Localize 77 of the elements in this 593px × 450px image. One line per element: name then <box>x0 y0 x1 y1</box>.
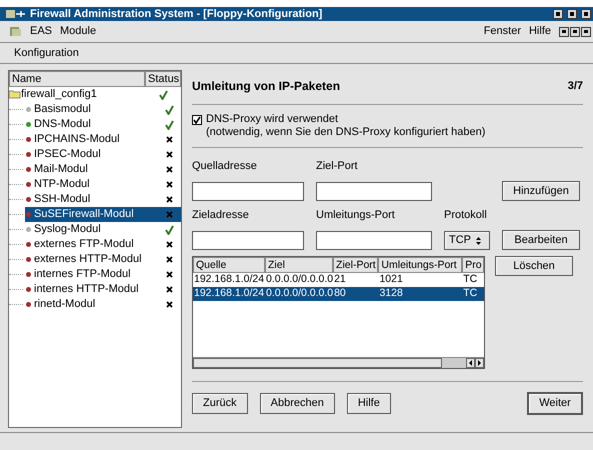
tree-item[interactable]: Syslog-Modul <box>25 222 181 237</box>
tree-item[interactable]: IPSEC-Modul <box>25 147 181 162</box>
tree-item[interactable]: externes HTTP-Modul <box>25 252 181 267</box>
input-field[interactable] <box>316 182 432 201</box>
tree-item[interactable]: SSH-Modul <box>25 192 181 207</box>
tree-item[interactable]: rinetd-Modul <box>25 297 181 312</box>
horizontal-scrollbar[interactable] <box>193 357 484 368</box>
table-cell-text: 80 <box>333 286 347 302</box>
field-label: Zieladresse <box>192 208 250 223</box>
scroll-left-icon[interactable] <box>466 358 475 368</box>
table-row[interactable]: 192.168.1.0/24 0.0.0.0/0.0.0.080 3128 TC <box>193 287 484 301</box>
nav-button[interactable]: Abbrechen <box>260 393 335 414</box>
input-field[interactable] <box>316 231 432 250</box>
tree-item[interactable]: internes HTTP-Modul <box>25 282 181 297</box>
tree-item[interactable]: NTP-Modul <box>25 177 181 192</box>
nav-button[interactable]: Hilfe <box>346 393 391 414</box>
spinner-icon <box>476 236 481 244</box>
nav-button[interactable]: Zurück <box>192 393 248 414</box>
minimize-button[interactable] <box>553 9 563 19</box>
column-header[interactable]: Ziel <box>264 257 334 273</box>
tree-item[interactable]: IPCHAINS-Modul <box>25 132 181 147</box>
input-field[interactable] <box>192 182 304 201</box>
table-cell-text: 0.0.0.0/0.0.0.0 <box>265 286 334 302</box>
column-header[interactable]: Umleitungs-Port <box>378 257 462 273</box>
scrollbar-thumb[interactable] <box>442 358 466 368</box>
add-button[interactable]: Hinzufügen <box>502 181 580 201</box>
toolbar-button[interactable]: Konfiguration <box>14 44 79 62</box>
hint-text: (notwendig, wenn Sie den DNS-Proxy konfiguriert haben) <box>206 126 486 139</box>
restore-button[interactable] <box>570 26 580 36</box>
maximize-button[interactable] <box>567 9 577 19</box>
check-icon <box>193 116 201 124</box>
table-cell-text: 1021 <box>378 272 404 288</box>
table-cell-text: 192.168.1.0/24 <box>193 286 265 302</box>
checkbox[interactable] <box>192 115 202 125</box>
input-field[interactable] <box>192 231 304 250</box>
protocol-dropdown[interactable]: TCP <box>444 231 490 250</box>
checkbox-label: DNS-Proxy wird verwendet <box>206 113 340 126</box>
column-header[interactable]: Status <box>145 71 181 87</box>
delete-button[interactable]: Löschen <box>495 256 573 276</box>
minimize-button[interactable] <box>559 26 569 36</box>
tree-item[interactable]: internes FTP-Modul <box>25 267 181 282</box>
column-header[interactable]: Quelle <box>193 257 265 273</box>
step-counter: 3/7 <box>568 78 583 94</box>
tree-item[interactable]: firewall_config1 <box>9 87 181 102</box>
table-cell-text: 3128 <box>378 286 404 302</box>
menu-item[interactable]: Hilfe <box>528 23 551 40</box>
tree-item[interactable]: Basismodul <box>25 102 181 117</box>
column-header[interactable]: Pro <box>462 257 484 273</box>
field-label: Umleitungs-Port <box>316 208 396 223</box>
table-cell-text: 0.0.0.0/0.0.0.0 <box>265 272 334 288</box>
table-cell-text: 192.168.1.0/24 <box>193 272 265 288</box>
edit-button[interactable]: Bearbeiten <box>502 230 580 250</box>
close-button[interactable] <box>581 26 591 36</box>
field-label: Protokoll <box>444 208 488 223</box>
close-button[interactable] <box>581 9 591 19</box>
table-cell-text: TC <box>462 272 478 288</box>
app-icon <box>6 9 26 19</box>
app-icon <box>10 26 22 37</box>
column-header[interactable]: Ziel-Port <box>333 257 378 273</box>
menu-item[interactable]: Module <box>60 23 96 40</box>
tree-item[interactable]: DNS-Modul <box>25 117 181 132</box>
scroll-right-icon[interactable] <box>475 358 484 368</box>
tree-item[interactable]: Mail-Modul <box>25 162 181 177</box>
table-cell-text: 21 <box>333 272 347 288</box>
panel-title: Umleitung von IP-Paketen <box>192 78 342 95</box>
column-header[interactable]: Name <box>9 71 145 87</box>
field-label: Quelladresse <box>192 159 258 174</box>
menu-item[interactable]: EAS <box>30 23 52 40</box>
table-cell-text: TC <box>462 286 478 302</box>
folder-icon <box>9 90 21 99</box>
menu-item[interactable]: Fenster <box>484 23 521 40</box>
next-button[interactable]: Weiter <box>527 392 583 415</box>
table-row[interactable]: 192.168.1.0/24 0.0.0.0/0.0.0.021 1021 TC <box>193 273 484 287</box>
field-label: Ziel-Port <box>316 159 359 174</box>
tree-item[interactable]: externes FTP-Modul <box>25 237 181 252</box>
tree-item[interactable]: SuSEFirewall-Modul <box>25 207 181 222</box>
window-title: Firewall Administration System - [Floppy-Konfiguration] <box>30 8 324 20</box>
